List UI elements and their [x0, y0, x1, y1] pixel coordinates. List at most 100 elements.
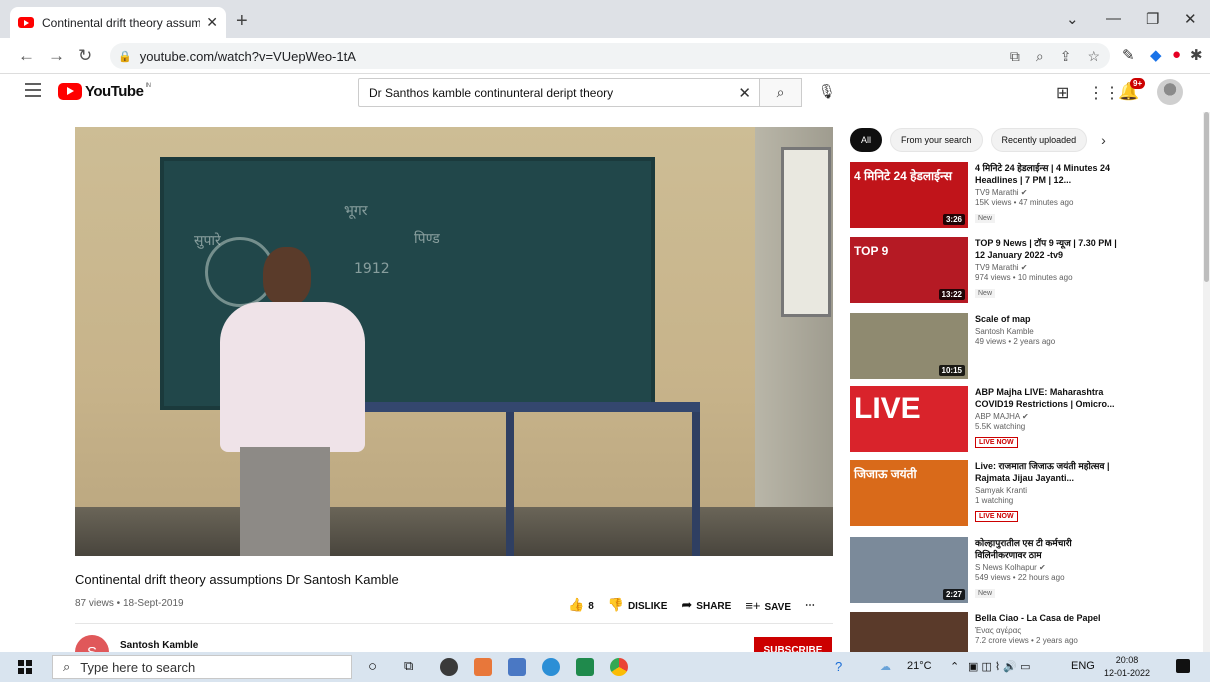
recommended-channel[interactable]: Santosh Kamble — [975, 327, 1120, 336]
chip-from-your-search[interactable]: From your search — [890, 128, 983, 152]
chrome-icon[interactable] — [610, 658, 628, 676]
more-actions-icon[interactable]: ⋯ — [805, 600, 815, 611]
page-scrollbar[interactable] — [1203, 112, 1210, 652]
extension-pen-icon[interactable]: ✎ — [1122, 46, 1135, 64]
app-icon-2[interactable] — [474, 658, 492, 676]
pinterest-icon[interactable]: ● — [1172, 46, 1181, 63]
recommended-channel[interactable]: ABP MAJHA ✔ — [975, 412, 1120, 421]
recommended-thumbnail[interactable]: 10:15 — [850, 313, 968, 379]
minimize-icon[interactable]: — — [1106, 10, 1121, 27]
tray-chevron-icon[interactable]: ⌃ — [950, 660, 959, 673]
account-avatar[interactable] — [1157, 79, 1183, 105]
tab-search-icon[interactable]: ⌄ — [1066, 10, 1079, 28]
new-tab-button[interactable]: + — [236, 10, 248, 33]
youtube-logo-text: YouTube — [85, 83, 144, 100]
tab-close-icon[interactable]: ✕ — [206, 14, 218, 31]
zoom-icon[interactable]: ⌕ — [1036, 48, 1044, 65]
chalk-text: भूगर — [344, 203, 368, 219]
taskbar-search-placeholder: Type here to search — [80, 659, 196, 675]
like-count: 8 — [588, 601, 594, 612]
scrollbar-thumb[interactable] — [1204, 112, 1209, 282]
language-indicator[interactable]: ENG — [1071, 660, 1095, 672]
recommended-video[interactable]: TOP 9 13:22 TOP 9 News | टॉप 9 न्यूज | 7.3… — [850, 237, 1200, 307]
chip-all[interactable]: All — [850, 128, 883, 152]
tray-icons[interactable]: ▣ ◫ ⌇ 🔊 ▭ — [968, 660, 1030, 673]
windows-start-icon[interactable] — [18, 660, 32, 674]
voice-search-icon[interactable]: 🎙 — [818, 83, 836, 100]
duration-badge: 2:27 — [942, 589, 965, 600]
recommended-channel[interactable]: TV9 Marathi ✔ — [975, 188, 1120, 197]
channel-name[interactable]: Santosh Kamble — [120, 640, 198, 651]
notification-center-icon[interactable] — [1176, 659, 1190, 673]
thumbnail-text: TOP 9 — [854, 244, 889, 258]
forward-icon[interactable]: → — [48, 46, 65, 66]
create-video-icon[interactable]: ⊞ — [1056, 83, 1069, 103]
thumbnail-text: LIVE — [854, 392, 921, 425]
youtube-header: YouTube IN Dr Santhos kamble continunter… — [0, 74, 1210, 112]
extensions-puzzle-icon[interactable]: ✱ — [1190, 46, 1203, 64]
recommended-thumbnail[interactable]: TOP 9 13:22 — [850, 237, 968, 303]
recommended-channel[interactable]: S News Kolhapur ✔ — [975, 563, 1120, 572]
file-explorer-icon[interactable] — [508, 658, 526, 676]
help-icon[interactable]: ? — [835, 659, 842, 674]
apps-grid-icon[interactable]: ⋮⋮ — [1088, 83, 1120, 103]
taskbar-clock[interactable]: 20:08 12-01-2022 — [1104, 654, 1150, 680]
recommended-thumbnail[interactable]: 2:27 — [850, 537, 968, 603]
menu-icon[interactable] — [25, 83, 41, 101]
install-icon[interactable]: ⧉ — [1010, 48, 1020, 65]
save-button[interactable]: ≡+ SAVE — [745, 598, 791, 613]
recommended-title[interactable]: Live: राजमाता जिजाऊ जयंती महोत्सव | Rajm… — [975, 460, 1120, 484]
browser-tab[interactable]: Continental drift theory assumptions Dr … — [10, 7, 226, 38]
recommended-title[interactable]: 4 मिनिटे 24 हेडलाईन्स | 4 Minutes 24 Hea… — [975, 162, 1120, 186]
recommended-info: Live: राजमाता जिजाऊ जयंती महोत्सव | Rajm… — [975, 460, 1120, 523]
recommended-title[interactable]: TOP 9 News | टॉप 9 न्यूज | 7.30 PM | 12 … — [975, 237, 1120, 261]
duration-badge: 13:22 — [938, 289, 965, 300]
extension-icon[interactable]: ◆ — [1150, 46, 1162, 64]
recommended-video[interactable]: LIVE ABP Majha LIVE: Maharashtra COVID19 … — [850, 386, 1200, 456]
address-bar-row: ← → ↻ 🔒 youtube.com/watch?v=VUepWeo-1tA … — [0, 38, 1210, 74]
recommended-video[interactable]: 2:27 कोल्हापुरातील एस टी कर्मचारी विलिनीक… — [850, 537, 1200, 607]
recommended-channel[interactable]: Samyak Kranti — [975, 486, 1120, 495]
recommended-video[interactable]: 4 मिनिटे 24 हेडलाईन्स 3:26 4 मिनिटे 24 हेड… — [850, 162, 1200, 232]
recommended-thumbnail[interactable]: जिजाऊ जयंती — [850, 460, 968, 526]
video-player[interactable]: भूगर सुपारे पिण्ड 1912 — [75, 127, 833, 556]
clear-search-icon[interactable]: ✕ — [738, 84, 751, 102]
search-input[interactable]: Dr Santhos kamble continunteral deript t… — [358, 78, 760, 107]
chip-recently-uploaded[interactable]: Recently uploaded — [990, 128, 1088, 152]
search-button[interactable]: ⌕ — [760, 78, 802, 107]
dislike-label: DISLIKE — [627, 601, 668, 612]
recommended-video[interactable]: जिजाऊ जयंती Live: राजमाता जिजाऊ जयंती महो… — [850, 460, 1200, 530]
close-window-icon[interactable]: ✕ — [1184, 10, 1197, 28]
youtube-logo[interactable]: YouTube IN — [58, 83, 151, 100]
app-icon-1[interactable] — [440, 658, 458, 676]
recommended-title[interactable]: Scale of map — [975, 313, 1120, 325]
recommended-thumbnail[interactable]: LIVE — [850, 386, 968, 452]
edge-browser-icon[interactable] — [542, 658, 560, 676]
temperature-text[interactable]: 21°C — [907, 660, 932, 672]
cortana-icon[interactable]: ○ — [368, 658, 377, 675]
recommended-video[interactable]: 10:15 Scale of map Santosh Kamble 49 views … — [850, 313, 1200, 383]
share-page-icon[interactable]: ⇪ — [1060, 48, 1072, 65]
recommended-views: 1 watching — [975, 496, 1014, 505]
recommended-channel[interactable]: TV9 Marathi ✔ — [975, 263, 1120, 272]
url-field[interactable]: 🔒 youtube.com/watch?v=VUepWeo-1tA ⧉ ⌕ ⇪ … — [110, 43, 1110, 69]
windows-taskbar: ⌕ Type here to search ○ ⧉ ? ☁ 21°C ⌃ ▣ ◫… — [0, 652, 1210, 682]
recommended-title[interactable]: Bella Ciao - La Casa de Papel — [975, 612, 1120, 624]
recommended-title[interactable]: ABP Majha LIVE: Maharashtra COVID19 Rest… — [975, 386, 1120, 410]
dislike-button[interactable]: 👎 DISLIKE — [608, 597, 668, 613]
bookmark-star-icon[interactable]: ☆ — [1087, 48, 1100, 65]
taskbar-search-input[interactable]: ⌕ Type here to search — [52, 655, 352, 679]
excel-icon[interactable] — [576, 658, 594, 676]
recommended-thumbnail[interactable]: 4 मिनिटे 24 हेडलाईन्स 3:26 — [850, 162, 968, 228]
recommended-channel[interactable]: Ένας αγέρας — [975, 626, 1120, 635]
chevron-right-icon[interactable]: › — [1101, 132, 1106, 148]
back-icon[interactable]: ← — [18, 46, 35, 66]
recommended-title[interactable]: कोल्हापुरातील एस टी कर्मचारी विलिनीकरणाव… — [975, 537, 1120, 561]
like-button[interactable]: 👍 8 — [568, 597, 594, 613]
share-button[interactable]: ➦ SHARE — [681, 597, 731, 613]
task-view-icon[interactable]: ⧉ — [404, 658, 413, 674]
recommended-info: कोल्हापुरातील एस टी कर्मचारी विलिनीकरणाव… — [975, 537, 1120, 600]
restore-icon[interactable]: ❐ — [1146, 10, 1159, 28]
thumbnail-text: जिजाऊ जयंती — [854, 467, 917, 481]
reload-icon[interactable]: ↻ — [78, 46, 92, 66]
